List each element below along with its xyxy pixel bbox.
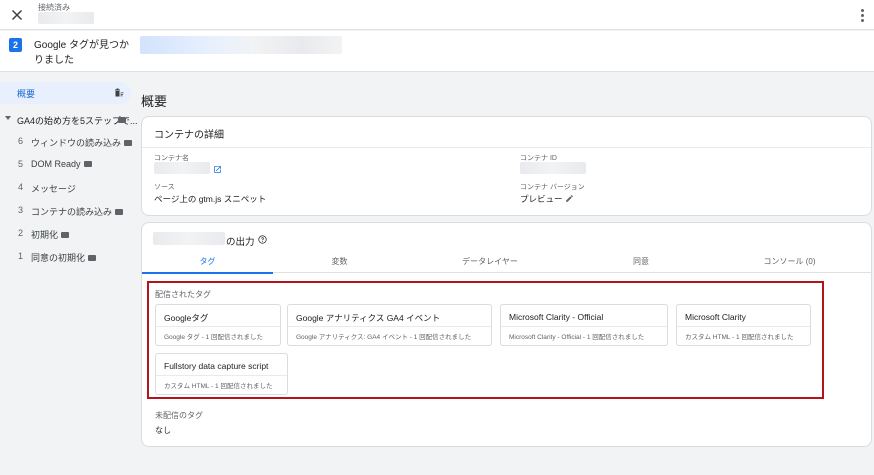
event-number: 1 — [18, 251, 24, 261]
event-number: 6 — [18, 136, 24, 146]
fired-tags-label: 配信されたタグ — [155, 290, 211, 299]
tag-card-clarity-official[interactable]: Microsoft Clarity - Official Microsoft C… — [500, 304, 668, 346]
tag-card-clarity[interactable]: Microsoft Clarity カスタム HTML - 1 回配信されました — [676, 304, 811, 346]
tag-name: Microsoft Clarity - Official — [509, 312, 604, 322]
container-name-redacted — [154, 162, 210, 174]
container-details-card: コンテナの詳細 コンテナ名 コンテナ ID ソース ページ上の gtm.js ス… — [141, 116, 872, 216]
container-version-value: プレビュー — [520, 194, 563, 204]
tag-name: Microsoft Clarity — [685, 312, 746, 322]
page-title: 概要 — [141, 94, 168, 109]
tag-card-fullstory[interactable]: Fullstory data capture script カスタム HTML … — [155, 353, 288, 395]
tag-count-icon — [124, 139, 133, 146]
output-title: の出力 — [226, 237, 255, 248]
event-sidebar: 概要 GA4の始め方を5ステップで... 6 ウィンドウの読み込み 5 DOM … — [0, 73, 138, 475]
container-version-label: コンテナ バージョン — [520, 184, 585, 191]
help-icon[interactable] — [258, 235, 267, 244]
event-number: 4 — [18, 182, 24, 192]
tag-count-icon — [61, 231, 70, 238]
divider — [677, 326, 810, 327]
tag-count-icon — [83, 160, 92, 167]
tag-fire-summary: カスタム HTML - 1 回配信されました — [164, 383, 273, 390]
tab-variables[interactable]: 変数 — [273, 254, 406, 273]
tag-name: Fullstory data capture script — [164, 361, 269, 371]
session-title: Google タグが見つかりました — [34, 40, 130, 66]
output-tabs: タグ 変数 データレイヤー 同意 コンソール (0) — [142, 254, 871, 274]
tab-tags[interactable]: タグ — [142, 254, 273, 274]
tab-consent[interactable]: 同意 — [574, 254, 708, 273]
tag-fire-summary: Google アナリティクス: GA4 イベント - 1 回配信されました — [296, 334, 472, 341]
connected-url-redacted — [38, 12, 94, 24]
tag-count-icon — [118, 117, 126, 123]
sidebar-item-summary[interactable]: 概要 — [0, 82, 131, 104]
event-number: 5 — [18, 159, 24, 169]
sidebar-item-window-loaded[interactable]: 6 ウィンドウの読み込み — [0, 133, 136, 151]
tab-data-layer[interactable]: データレイヤー — [406, 254, 574, 273]
tag-fire-summary: Microsoft Clarity - Official - 1 回配信されまし… — [509, 334, 645, 341]
not-fired-tags-label: 未配信のタグ — [155, 411, 203, 420]
divider — [501, 326, 667, 327]
edit-pencil-icon[interactable] — [565, 194, 574, 203]
divider — [288, 326, 491, 327]
divider — [156, 326, 280, 327]
sidebar-item-label: DOM Ready — [31, 159, 81, 169]
card-title: コンテナの詳細 — [154, 130, 224, 141]
sidebar-item-initialization[interactable]: 2 初期化 — [0, 225, 136, 243]
page-url-redacted — [140, 36, 342, 54]
event-number: 3 — [18, 205, 24, 215]
sidebar-item-consent-initialization[interactable]: 1 同意の初期化 — [0, 248, 136, 266]
chevron-down-icon[interactable] — [5, 116, 11, 120]
top-bar: 接続済み — [0, 0, 874, 30]
delete-list-icon[interactable] — [113, 86, 125, 99]
close-icon[interactable] — [8, 6, 26, 24]
sidebar-item-label: 概要 — [17, 89, 36, 99]
container-name-redacted — [153, 232, 225, 245]
sidebar-item-message[interactable]: 4 メッセージ — [0, 179, 136, 197]
open-in-new-icon[interactable] — [213, 165, 222, 174]
step-number-badge: 2 — [9, 38, 22, 52]
source-label: ソース — [154, 184, 175, 191]
tag-count-icon — [88, 254, 97, 261]
divider — [156, 375, 287, 376]
session-header: 2 Google タグが見つかりました — [0, 31, 874, 72]
more-vert-icon[interactable] — [858, 5, 866, 25]
container-id-redacted — [520, 162, 586, 174]
tag-count-icon — [115, 208, 124, 215]
event-number: 2 — [18, 228, 24, 238]
not-fired-tags-value: なし — [155, 426, 171, 435]
sidebar-item-label: 同意の初期化 — [31, 253, 86, 263]
sidebar-item-dom-ready[interactable]: 5 DOM Ready — [0, 156, 136, 174]
sidebar-item-label: コンテナの読み込み — [31, 207, 113, 217]
sidebar-group-page[interactable]: GA4の始め方を5ステップで... — [0, 111, 138, 129]
tag-card-google-tag[interactable]: Googleタグ Google タグ - 1 回配信されました — [155, 304, 281, 346]
tag-fire-summary: Google タグ - 1 回配信されました — [164, 334, 263, 341]
divider — [142, 147, 871, 148]
tag-name: Googleタグ — [164, 313, 209, 323]
sidebar-item-label: ウィンドウの読み込み — [31, 138, 122, 148]
sidebar-item-label: 初期化 — [31, 230, 59, 240]
tag-fire-summary: カスタム HTML - 1 回配信されました — [685, 334, 794, 341]
tab-console[interactable]: コンソール (0) — [708, 254, 871, 273]
tag-card-ga4-event[interactable]: Google アナリティクス GA4 イベント Google アナリティクス: … — [287, 304, 492, 346]
tag-name: Google アナリティクス GA4 イベント — [296, 313, 441, 323]
sidebar-item-label: メッセージ — [31, 184, 76, 194]
source-value: ページ上の gtm.js スニペット — [154, 194, 267, 204]
sidebar-item-container-loaded[interactable]: 3 コンテナの読み込み — [0, 202, 136, 220]
